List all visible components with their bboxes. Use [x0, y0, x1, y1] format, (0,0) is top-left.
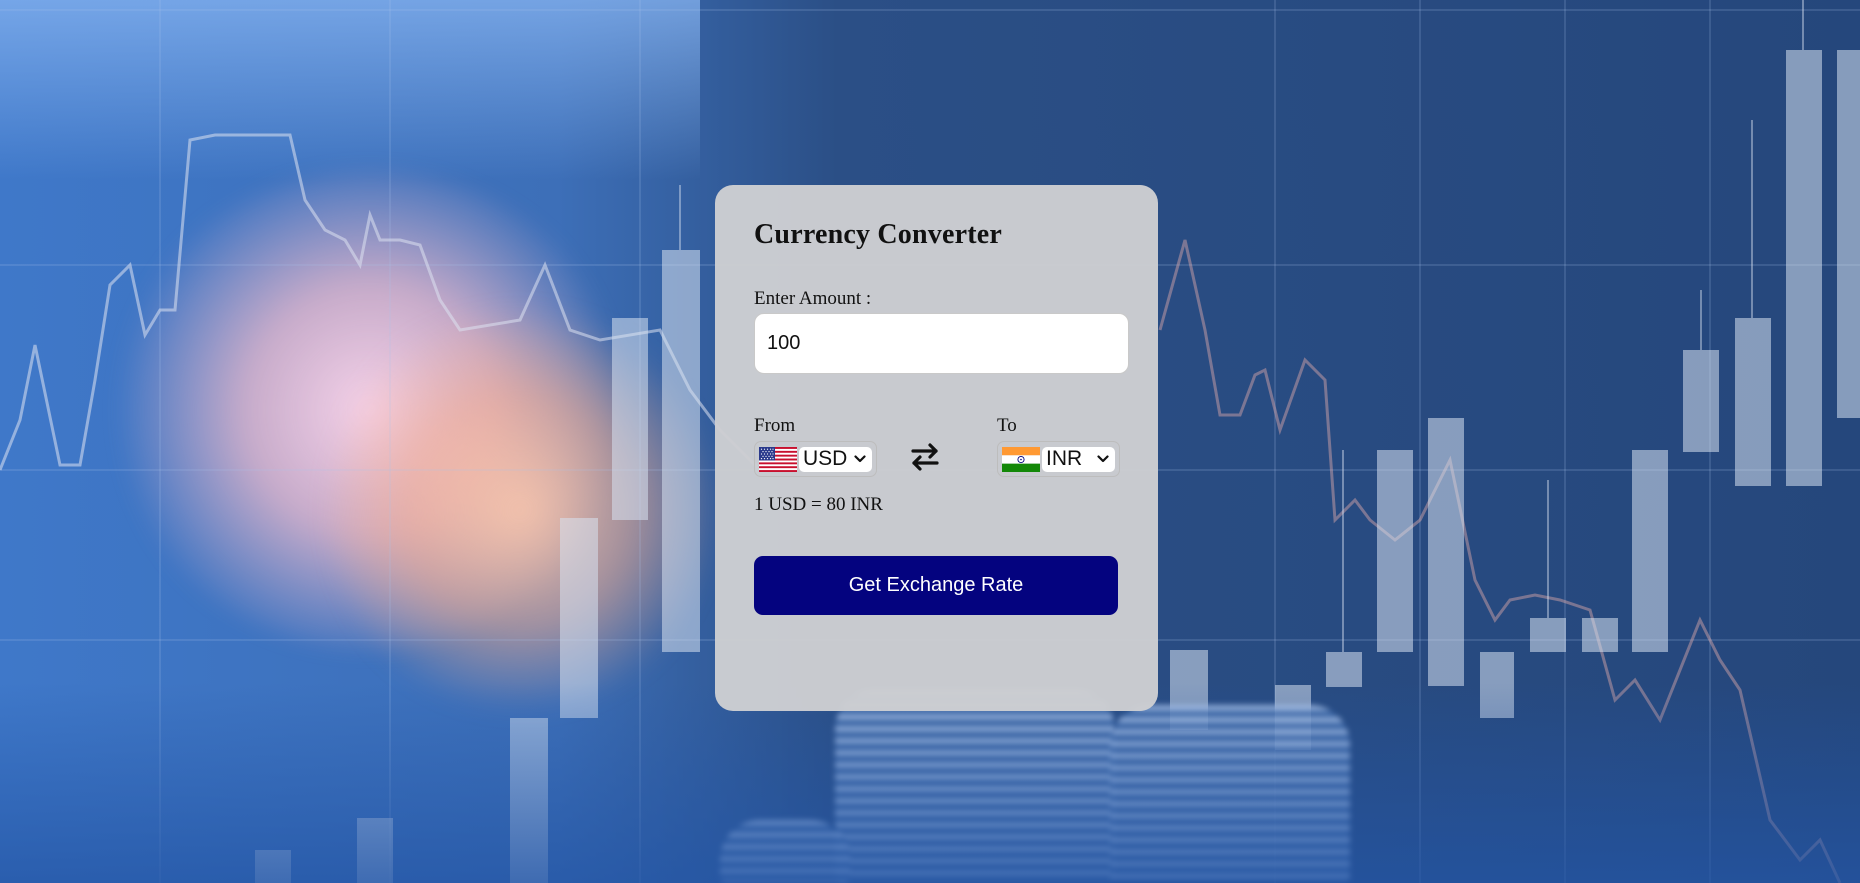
background-shade: [0, 683, 1860, 883]
from-currency-select[interactable]: USD: [799, 446, 872, 472]
background-candle-wick: [1802, 0, 1804, 50]
exchange-arrows-icon[interactable]: [910, 442, 940, 472]
get-exchange-rate-button[interactable]: Get Exchange Rate: [754, 556, 1118, 615]
background-candle: [1632, 450, 1668, 652]
background-candle-wick: [1342, 450, 1344, 652]
chevron-down-icon: [854, 455, 866, 463]
background-candle-wick: [679, 185, 681, 250]
from-currency-group: From USD: [754, 416, 877, 477]
background-candle: [1683, 350, 1719, 452]
background-candle: [1377, 450, 1413, 652]
converter-title: Currency Converter: [754, 219, 1002, 250]
currency-row: From USD To INR: [754, 416, 1130, 486]
to-label: To: [997, 415, 1017, 436]
to-currency-value: INR: [1046, 447, 1083, 470]
to-currency-select[interactable]: INR: [1042, 446, 1115, 472]
from-label: From: [754, 415, 796, 436]
exchange-rate-text: 1 USD = 80 INR: [754, 494, 883, 515]
background-candle-wick: [1700, 290, 1702, 350]
background-candle: [662, 250, 700, 652]
background-candle-wick: [1547, 480, 1549, 618]
from-currency-value: USD: [803, 447, 848, 470]
background-candle: [1428, 418, 1464, 686]
india-flag-icon: [1002, 446, 1040, 472]
background-candle: [1786, 50, 1822, 486]
background-candle: [1530, 618, 1566, 652]
amount-input[interactable]: [754, 313, 1129, 374]
to-currency-selector: INR: [997, 441, 1120, 477]
from-currency-selector: USD: [754, 441, 877, 477]
background-candle: [612, 318, 648, 520]
to-currency-group: To INR: [997, 416, 1120, 477]
background-candle: [1326, 652, 1362, 687]
background-candle: [1837, 50, 1860, 418]
converter-card: Currency Converter Enter Amount : From: [715, 185, 1158, 711]
chevron-down-icon: [1097, 455, 1109, 463]
background-candle: [1735, 318, 1771, 486]
us-flag-icon: [759, 446, 797, 472]
background-candle: [1582, 618, 1618, 652]
background-candle-wick: [1751, 120, 1753, 318]
amount-label: Enter Amount :: [754, 288, 872, 309]
